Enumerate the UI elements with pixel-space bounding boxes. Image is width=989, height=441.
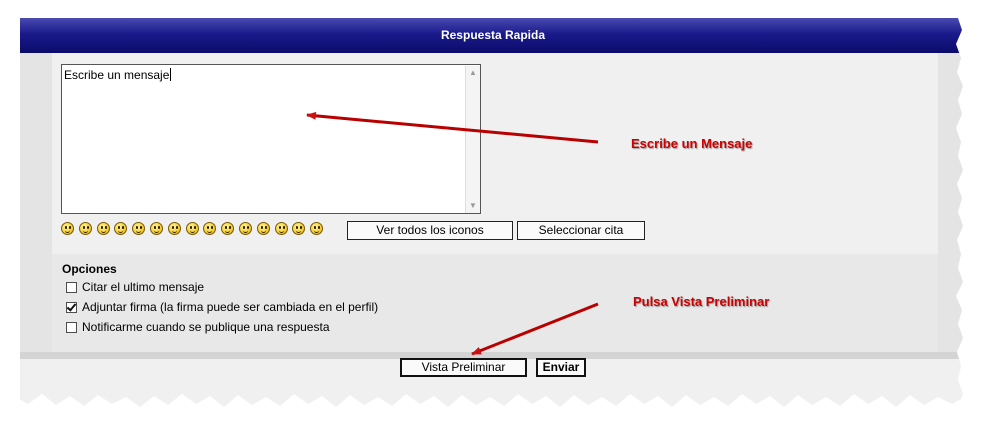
arrow-to-preview-button (471, 302, 599, 356)
annotation-write-message: Escribe un Mensaje (631, 136, 753, 151)
quick-reply-panel: Respuesta Rapida Escribe un mensaje ▲ ▼ … (20, 18, 966, 414)
annotation-press-preview: Pulsa Vista Preliminar (633, 294, 770, 309)
arrow-to-message-box (306, 111, 599, 144)
torn-edge-right (956, 0, 989, 441)
torn-edge-bottom (0, 394, 989, 441)
annotation-arrows (306, 111, 599, 356)
